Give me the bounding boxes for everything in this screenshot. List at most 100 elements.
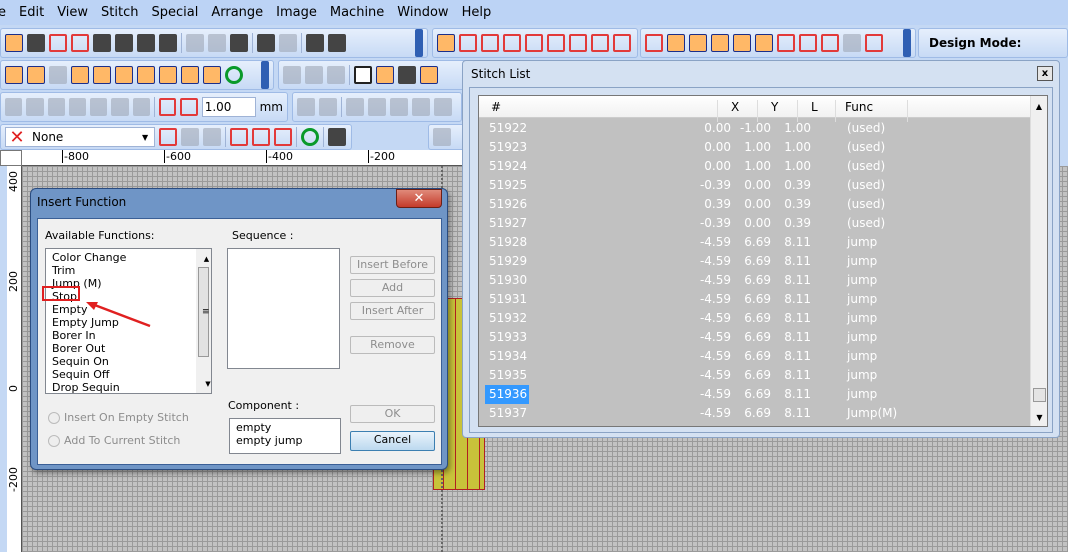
component-item[interactable]: empty jump xyxy=(233,434,340,447)
mirror-icon[interactable] xyxy=(327,66,345,84)
scrollbar[interactable]: ▲ ▼ xyxy=(1030,96,1047,426)
ruler-corner[interactable] xyxy=(0,150,22,166)
component-list[interactable]: empty empty jump xyxy=(229,418,341,454)
combine7-icon[interactable] xyxy=(132,98,150,116)
add-button[interactable]: Add xyxy=(350,279,435,297)
col-number[interactable]: # xyxy=(491,100,501,114)
step3-icon[interactable] xyxy=(390,98,408,116)
table-row[interactable]: 51926 0.39 0.00 0.39 (used) xyxy=(479,195,1031,214)
step2-icon[interactable] xyxy=(368,98,386,116)
effect6-icon[interactable] xyxy=(755,34,773,52)
spacing-input[interactable]: 1.00 xyxy=(201,97,256,117)
toolbar-grip[interactable] xyxy=(415,29,423,57)
redo-icon[interactable] xyxy=(279,34,297,52)
effect9-icon[interactable] xyxy=(821,34,839,52)
cross-fill-icon[interactable] xyxy=(547,34,565,52)
function-item[interactable]: Sequin Off xyxy=(49,368,211,381)
pin-icon[interactable] xyxy=(398,66,416,84)
import-icon[interactable] xyxy=(71,34,89,52)
tie-icon[interactable] xyxy=(159,128,177,146)
col-y[interactable]: Y xyxy=(771,100,778,114)
function-item[interactable]: Sequin On xyxy=(49,355,211,368)
close-button[interactable]: x xyxy=(1037,66,1053,81)
lasso-icon[interactable] xyxy=(49,66,67,84)
effect1-icon[interactable] xyxy=(645,34,663,52)
table-row[interactable]: 51933 -4.59 6.69 8.11 jump xyxy=(479,328,1031,347)
table-row[interactable]: 51931 -4.59 6.69 8.11 jump xyxy=(479,290,1031,309)
table-row[interactable]: 51929 -4.59 6.69 8.11 jump xyxy=(479,252,1031,271)
slant-icon[interactable] xyxy=(433,128,451,146)
maze-fill-icon[interactable] xyxy=(613,34,631,52)
menu-item[interactable]: Help xyxy=(462,5,492,20)
send-icon[interactable] xyxy=(159,34,177,52)
run-stitch-icon[interactable] xyxy=(459,34,477,52)
effect8-icon[interactable] xyxy=(799,34,817,52)
toolbar-grip[interactable] xyxy=(261,61,269,89)
col-x[interactable]: X xyxy=(731,100,739,114)
scroll-down-icon[interactable]: ▼ xyxy=(199,378,214,391)
function-item[interactable]: Color Change xyxy=(49,251,211,264)
col-func[interactable]: Func xyxy=(845,100,873,114)
combine1-icon[interactable] xyxy=(5,98,23,116)
line-tool-icon[interactable] xyxy=(71,66,89,84)
shapes-icon[interactable] xyxy=(181,66,199,84)
inset-icon[interactable] xyxy=(158,98,177,116)
menu-item[interactable]: Edit xyxy=(19,5,44,20)
menu-item[interactable]: e xyxy=(0,5,6,20)
combine6-icon[interactable] xyxy=(111,98,129,116)
table-row[interactable]: 51934 -4.59 6.69 8.11 jump xyxy=(479,347,1031,366)
wave-fill-icon[interactable] xyxy=(569,34,587,52)
print-icon[interactable] xyxy=(93,34,111,52)
effect10-icon[interactable] xyxy=(843,34,861,52)
table-row[interactable]: 51924 0.00 1.00 1.00 (used) xyxy=(479,157,1031,176)
function-item[interactable]: Trim xyxy=(49,264,211,277)
effect11-icon[interactable] xyxy=(865,34,883,52)
function-item[interactable]: Drop Sequin xyxy=(49,381,211,394)
save-icon[interactable] xyxy=(27,34,45,52)
print-preview-icon[interactable] xyxy=(115,34,133,52)
table-row[interactable]: 51930 -4.59 6.69 8.11 jump xyxy=(479,271,1031,290)
circle-icon[interactable] xyxy=(225,66,243,84)
fill-icon[interactable] xyxy=(525,34,543,52)
node-icon[interactable] xyxy=(420,66,438,84)
link1-icon[interactable] xyxy=(230,128,248,146)
color-select[interactable]: ✕ None ▼ xyxy=(5,127,155,148)
zoom-icon[interactable] xyxy=(306,34,324,52)
insert-before-button[interactable]: Insert Before xyxy=(350,256,435,274)
effect4-icon[interactable] xyxy=(711,34,729,52)
menu-item[interactable]: Window xyxy=(397,5,448,20)
leaf-tool-icon[interactable] xyxy=(27,66,45,84)
image-icon[interactable] xyxy=(159,66,177,84)
group-icon[interactable] xyxy=(181,128,199,146)
outset-icon[interactable] xyxy=(180,98,198,116)
menu-item[interactable]: Arrange xyxy=(211,5,263,20)
ring-icon[interactable] xyxy=(301,128,319,146)
remove-button[interactable]: Remove xyxy=(350,336,435,354)
insert-on-empty-radio[interactable]: Insert On Empty Stitch xyxy=(48,411,189,424)
step1-icon[interactable] xyxy=(346,98,364,116)
ungroup-icon[interactable] xyxy=(203,128,221,146)
ok-button[interactable]: OK xyxy=(350,405,435,423)
scroll-up-icon[interactable]: ▲ xyxy=(1031,102,1047,111)
menu-item[interactable]: Machine xyxy=(330,5,384,20)
combine2-icon[interactable] xyxy=(26,98,44,116)
link2-icon[interactable] xyxy=(252,128,270,146)
function-item[interactable]: Borer In xyxy=(49,329,211,342)
copy-icon[interactable] xyxy=(208,34,226,52)
close-button[interactable]: ✕ xyxy=(396,189,442,208)
scrollbar[interactable]: ▲ ≡ ▼ xyxy=(196,249,211,393)
effect5-icon[interactable] xyxy=(733,34,751,52)
cancel-button[interactable]: Cancel xyxy=(350,431,435,451)
scroll-up-icon[interactable]: ▲ xyxy=(199,253,211,266)
step5-icon[interactable] xyxy=(434,98,452,116)
export-icon[interactable] xyxy=(49,34,67,52)
grid-icon[interactable] xyxy=(115,66,133,84)
effect2-icon[interactable] xyxy=(667,34,685,52)
table-row[interactable]: 51928 -4.59 6.69 8.11 jump xyxy=(479,233,1031,252)
distribute-icon[interactable] xyxy=(305,66,323,84)
zoom-actual-icon[interactable] xyxy=(328,34,346,52)
undo-icon[interactable] xyxy=(257,34,275,52)
effect7-icon[interactable] xyxy=(777,34,795,52)
seq2-icon[interactable] xyxy=(319,98,337,116)
table-row[interactable]: 51935 -4.59 6.69 8.11 jump xyxy=(479,366,1031,385)
